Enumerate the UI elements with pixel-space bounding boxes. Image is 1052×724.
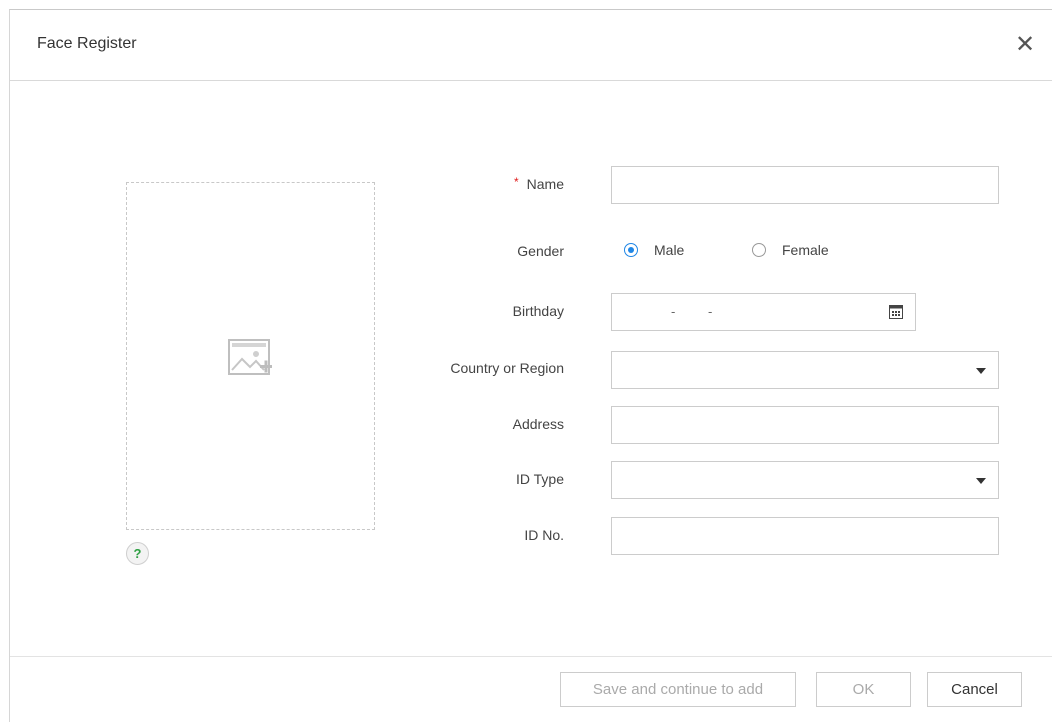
- country-label: Country or Region: [450, 360, 564, 376]
- name-input[interactable]: [611, 166, 999, 204]
- id-no-input[interactable]: [611, 517, 999, 555]
- close-icon[interactable]: ✕: [1014, 33, 1036, 57]
- ok-button[interactable]: OK: [816, 672, 911, 707]
- required-mark: *: [513, 175, 519, 189]
- calendar-icon[interactable]: [889, 305, 903, 324]
- dialog-title: Face Register: [37, 35, 137, 52]
- country-select[interactable]: [611, 351, 999, 389]
- date-separator: -: [671, 304, 676, 319]
- add-image-icon: [228, 339, 274, 384]
- face-register-dialog: Face Register ✕ ? * Name Gender Male Fema…: [9, 9, 1052, 722]
- save-and-continue-button[interactable]: Save and continue to add: [560, 672, 796, 707]
- help-icon[interactable]: ?: [126, 542, 149, 565]
- gender-label: Gender: [517, 243, 564, 259]
- address-label: Address: [512, 416, 564, 432]
- dialog-footer: Save and continue to add OK Cancel: [10, 656, 1052, 724]
- id-type-label: ID Type: [516, 471, 564, 487]
- male-radio[interactable]: [624, 243, 638, 257]
- face-photo-upload[interactable]: [126, 182, 375, 530]
- cancel-button[interactable]: Cancel: [927, 672, 1022, 707]
- top-edge: [9, 0, 1052, 9]
- date-separator: -: [708, 304, 713, 319]
- id-no-label: ID No.: [524, 527, 564, 543]
- name-label-text: Name: [526, 176, 564, 192]
- birthday-label: Birthday: [512, 303, 564, 319]
- female-radio[interactable]: [752, 243, 766, 257]
- gender-male-option[interactable]: Male: [624, 242, 684, 258]
- name-label: * Name: [513, 175, 564, 192]
- chevron-down-icon: [976, 368, 986, 374]
- birthday-picker[interactable]: - -: [611, 293, 916, 331]
- gender-female-option[interactable]: Female: [752, 242, 829, 258]
- id-type-select[interactable]: [611, 461, 999, 499]
- female-label: Female: [782, 242, 829, 258]
- address-input[interactable]: [611, 406, 999, 444]
- dialog-header: Face Register ✕: [10, 10, 1052, 81]
- chevron-down-icon: [976, 478, 986, 484]
- male-label: Male: [654, 242, 685, 258]
